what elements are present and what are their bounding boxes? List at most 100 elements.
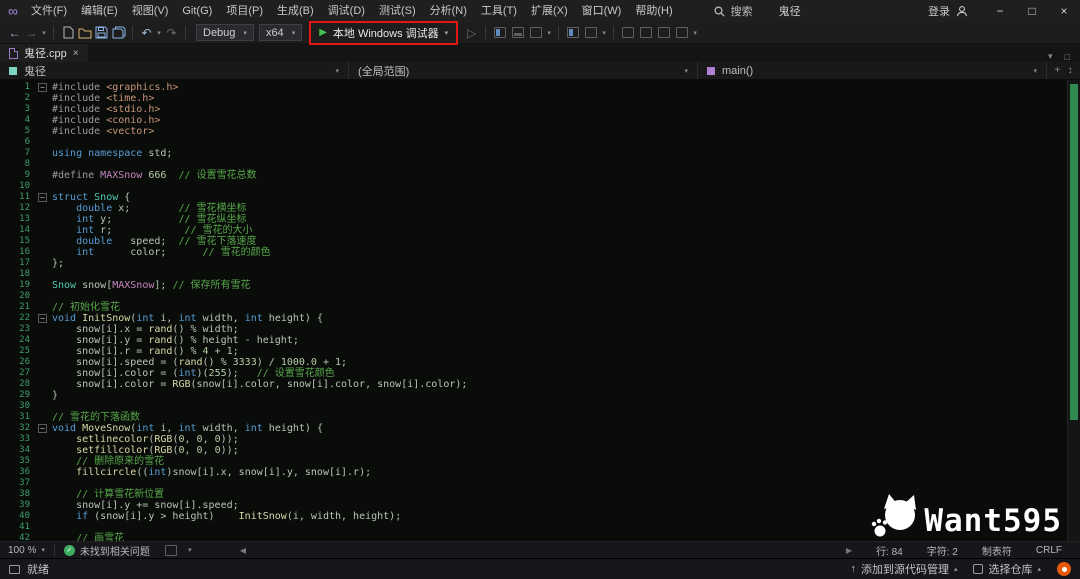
line-number[interactable]: 18 (0, 269, 38, 280)
line-number[interactable]: 29 (0, 390, 38, 401)
code-line[interactable]: 7using namespace std; (0, 148, 1067, 159)
code-line[interactable]: 31// 雪花的下落函数 (0, 412, 1067, 423)
undo-dropdown-icon[interactable]: ▾ (155, 29, 163, 37)
line-number[interactable]: 30 (0, 401, 38, 412)
float-window-icon[interactable]: □ (1065, 52, 1070, 62)
menu-item[interactable]: 生成(B) (270, 0, 321, 22)
menu-item[interactable]: 文件(F) (24, 0, 74, 22)
scope-dropdown[interactable]: (全局范围) ▾ (349, 62, 698, 79)
close-button[interactable]: × (1048, 0, 1080, 22)
navigate-back-icon[interactable]: ← (6, 26, 23, 40)
code-line[interactable]: 32−void MoveSnow(int i, int width, int h… (0, 423, 1067, 434)
line-number[interactable]: 12 (0, 203, 38, 214)
line-number[interactable]: 10 (0, 181, 38, 192)
line-number[interactable]: 39 (0, 500, 38, 511)
line-number[interactable]: 6 (0, 137, 38, 148)
code-line[interactable]: 11−struct Snow { (0, 192, 1067, 203)
notification-badge-icon[interactable] (1057, 562, 1071, 576)
fold-marker-icon[interactable]: − (38, 82, 52, 93)
line-indicator[interactable]: 行: 84 (876, 543, 903, 558)
fold-marker-icon[interactable]: − (38, 192, 52, 203)
menu-item[interactable]: Git(G) (175, 0, 219, 22)
code-line[interactable]: 36 fillcircle((int)snow[i].x, snow[i].y,… (0, 467, 1067, 478)
health-indicator[interactable]: ✓ 未找到相关问题 (64, 543, 150, 558)
line-number[interactable]: 11 (0, 192, 38, 203)
sign-in-button[interactable]: 登录 (928, 3, 968, 19)
tab-guijing-cpp[interactable]: 鬼径.cpp × (0, 44, 88, 62)
code-line[interactable]: 16 int color; // 雪花的颜色 (0, 247, 1067, 258)
line-number[interactable]: 8 (0, 159, 38, 170)
code-editor[interactable]: 1−#include <graphics.h>2#include <time.h… (0, 80, 1080, 541)
line-number[interactable]: 34 (0, 445, 38, 456)
line-number[interactable]: 22 (0, 313, 38, 324)
code-line[interactable]: 15 double speed; // 雪花下落速度 (0, 236, 1067, 247)
tab-close-icon[interactable]: × (73, 48, 79, 59)
menu-item[interactable]: 帮助(H) (628, 0, 679, 22)
menu-item[interactable]: 视图(V) (125, 0, 176, 22)
code-line[interactable]: 28 snow[i].color = RGB(snow[i].color, sn… (0, 379, 1067, 390)
line-number[interactable]: 33 (0, 434, 38, 445)
line-number[interactable]: 19 (0, 280, 38, 291)
code-line[interactable]: 13 int y; // 雪花纵坐标 (0, 214, 1067, 225)
line-number[interactable]: 14 (0, 225, 38, 236)
line-number[interactable]: 7 (0, 148, 38, 159)
find-dropdown-icon[interactable]: ▾ (600, 29, 608, 37)
solution-configuration-dropdown[interactable]: Debug ▾ (196, 24, 254, 41)
undo-icon[interactable]: ↶ (138, 26, 155, 40)
zoom-selector[interactable]: 100 % ▾ (8, 545, 45, 556)
redo-icon[interactable]: ↷ (163, 26, 180, 40)
save-all-icon[interactable] (110, 25, 127, 40)
minimize-button[interactable]: − (984, 0, 1016, 22)
line-number[interactable]: 28 (0, 379, 38, 390)
code-line[interactable]: 24 snow[i].y = rand() % height - height; (0, 335, 1067, 346)
background-tasks-icon[interactable] (9, 565, 20, 574)
tab-list-dropdown-icon[interactable]: ▾ (1048, 51, 1053, 62)
line-number[interactable]: 2 (0, 93, 38, 104)
bookmark-dropdown-icon[interactable]: ▾ (691, 29, 699, 37)
menu-item[interactable]: 编辑(E) (74, 0, 125, 22)
start-debugging-button[interactable]: ▶ 本地 Windows 调试器 ▾ (312, 23, 455, 43)
select-repository-button[interactable]: 选择仓库 ▴ (973, 561, 1041, 577)
maximize-button[interactable]: □ (1016, 0, 1048, 22)
code-line[interactable]: 2#include <time.h> (0, 93, 1067, 104)
hscroll-right-arrow-icon[interactable]: ▶ (846, 546, 852, 555)
line-number[interactable]: 13 (0, 214, 38, 225)
code-line[interactable]: 27 snow[i].color = (int)(255); // 设置雪花颜色 (0, 368, 1067, 379)
line-number[interactable]: 24 (0, 335, 38, 346)
find-in-files-icon[interactable] (567, 27, 579, 38)
code-line[interactable]: 25 snow[i].r = rand() % 4 + 1; (0, 346, 1067, 357)
menu-item[interactable]: 测试(S) (372, 0, 423, 22)
line-number[interactable]: 23 (0, 324, 38, 335)
bookmark-toggle-icon[interactable] (622, 27, 634, 38)
line-number[interactable]: 41 (0, 522, 38, 533)
code-line[interactable]: 20 (0, 291, 1067, 302)
code-line[interactable]: 21// 初始化雪花 (0, 302, 1067, 313)
line-number[interactable]: 26 (0, 357, 38, 368)
code-line[interactable]: 10 (0, 181, 1067, 192)
navigate-symbol-icon[interactable] (585, 27, 597, 38)
code-line[interactable]: 26 snow[i].speed = (rand() % 3333) / 100… (0, 357, 1067, 368)
code-line[interactable]: 4#include <conio.h> (0, 115, 1067, 126)
line-number[interactable]: 5 (0, 126, 38, 137)
line-number[interactable]: 38 (0, 489, 38, 500)
line-number[interactable]: 31 (0, 412, 38, 423)
code-line[interactable]: 30 (0, 401, 1067, 412)
line-number[interactable]: 25 (0, 346, 38, 357)
bookmark-clear-icon[interactable] (676, 27, 688, 38)
code-line[interactable]: 8 (0, 159, 1067, 170)
code-line[interactable]: 29} (0, 390, 1067, 401)
start-without-debugging-icon[interactable]: ▷ (463, 26, 480, 40)
line-number[interactable]: 9 (0, 170, 38, 181)
add-to-source-control-button[interactable]: ↑ 添加到源代码管理 ▴ (850, 561, 957, 577)
split-view-icon[interactable]: ↕ (1068, 65, 1073, 76)
code-line[interactable]: 3#include <stdio.h> (0, 104, 1067, 115)
line-number[interactable]: 40 (0, 511, 38, 522)
add-view-icon[interactable]: + (1054, 65, 1060, 76)
solution-platform-dropdown[interactable]: x64 ▾ (259, 24, 302, 41)
code-line[interactable]: 1−#include <graphics.h> (0, 82, 1067, 93)
new-file-icon[interactable] (59, 25, 76, 40)
solution-explorer-pane-icon[interactable] (494, 27, 506, 38)
code-cleanup-dropdown-icon[interactable]: ▾ (186, 546, 194, 554)
navigate-forward-icon[interactable]: → (23, 26, 40, 40)
code-line[interactable]: 33 setlinecolor(RGB(0, 0, 0)); (0, 434, 1067, 445)
